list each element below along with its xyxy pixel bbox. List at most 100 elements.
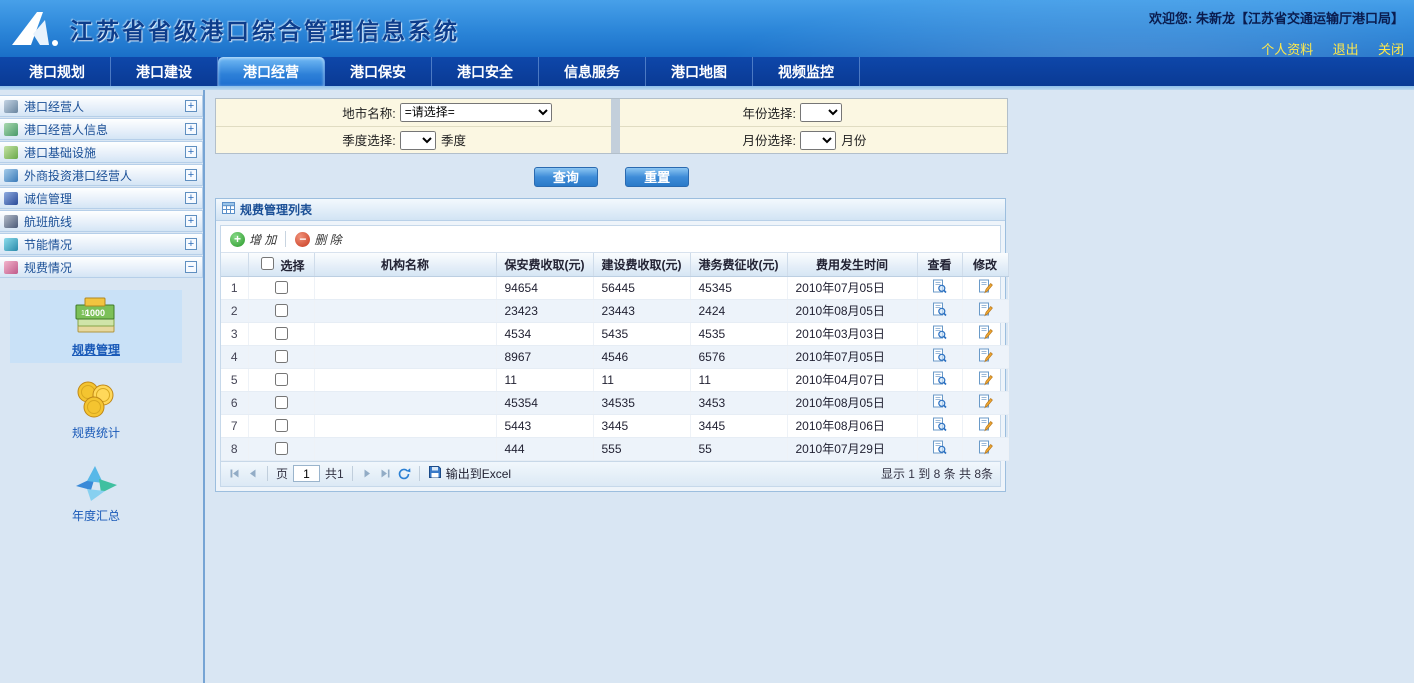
last-page-button[interactable] (379, 467, 392, 480)
nav-tab[interactable]: 港口安全 (432, 57, 539, 86)
profile-link[interactable]: 个人资料 (1261, 42, 1313, 57)
row-checkbox[interactable] (275, 304, 288, 317)
month-select[interactable] (800, 131, 836, 150)
select-all-checkbox[interactable] (261, 257, 274, 270)
quarter-select[interactable] (400, 131, 436, 150)
row-checkbox[interactable] (275, 373, 288, 386)
sidebar-item[interactable]: 港口基础设施 + (0, 141, 203, 163)
edit-button[interactable] (978, 417, 993, 435)
column-header[interactable]: 查看 (917, 253, 962, 276)
nav-tab[interactable]: 港口保安 (325, 57, 432, 86)
sidebar-item[interactable]: 节能情况 + (0, 233, 203, 255)
date-cell: 2010年08月05日 (787, 391, 917, 414)
expand-toggle[interactable]: + (185, 123, 197, 135)
close-link[interactable]: 关闭 (1378, 42, 1404, 57)
sidebar-subpanel: 100010 规费管理 规费统计 年度汇总 (0, 290, 203, 529)
add-button[interactable]: 增 加 (230, 231, 276, 248)
row-checkbox[interactable] (275, 327, 288, 340)
expand-toggle[interactable]: + (185, 238, 197, 250)
view-button[interactable] (932, 417, 947, 435)
date-cell: 2010年04月07日 (787, 368, 917, 391)
panel-body: 增 加 删 除 选择机构名称保安费收取(元)建设费收取(元)港务费征收(元)费用… (220, 225, 1001, 487)
expand-toggle[interactable]: − (185, 261, 197, 273)
column-header[interactable]: 机构名称 (314, 253, 496, 276)
panel-title: 规费管理列表 (240, 201, 312, 218)
sidebar-item[interactable]: 规费情况 − (0, 256, 203, 278)
next-page-button[interactable] (361, 467, 374, 480)
date-cell: 2010年08月05日 (787, 299, 917, 322)
main-nav: 港口规划 港口建设 港口经营 港口保安 港口安全 信息服务 港口地图 视频监控 (0, 57, 1414, 86)
security-fee-cell: 444 (496, 437, 593, 460)
view-button[interactable] (932, 394, 947, 412)
view-button[interactable] (932, 371, 947, 389)
row-checkbox[interactable] (275, 350, 288, 363)
edit-button[interactable] (978, 394, 993, 412)
delete-button[interactable]: 删 除 (295, 231, 341, 248)
sidebar-item[interactable]: 外商投资港口经营人 + (0, 164, 203, 186)
reset-button[interactable]: 重置 (625, 167, 689, 187)
operator-info-icon (4, 123, 18, 136)
nav-tab[interactable]: 港口规划 (4, 57, 111, 86)
expand-toggle[interactable]: + (185, 192, 197, 204)
sidebar-item[interactable]: 航班航线 + (0, 210, 203, 232)
page-input[interactable] (293, 465, 320, 482)
nav-tab-active[interactable]: 港口经营 (218, 57, 325, 86)
first-page-button[interactable] (228, 467, 241, 480)
org-cell (314, 368, 496, 391)
query-button[interactable]: 查询 (534, 167, 598, 187)
date-cell: 2010年07月05日 (787, 276, 917, 299)
city-select[interactable]: =请选择= (400, 103, 552, 122)
column-header[interactable]: 费用发生时间 (787, 253, 917, 276)
edit-button[interactable] (978, 348, 993, 366)
row-checkbox[interactable] (275, 419, 288, 432)
pager-separator (352, 466, 353, 481)
expand-toggle[interactable]: + (185, 169, 197, 181)
export-excel-button[interactable]: 输出到Excel (428, 465, 511, 482)
sidebar-subitem[interactable]: 年度汇总 (10, 456, 182, 529)
port-fee-cell: 3453 (690, 391, 787, 414)
sidebar-item[interactable]: 港口经营人信息 + (0, 118, 203, 140)
view-button[interactable] (932, 348, 947, 366)
expand-toggle[interactable]: + (185, 100, 197, 112)
nav-tab[interactable]: 港口建设 (111, 57, 218, 86)
row-checkbox[interactable] (275, 396, 288, 409)
row-checkbox[interactable] (275, 442, 288, 455)
edit-button[interactable] (978, 302, 993, 320)
sidebar-subitem[interactable]: 规费统计 (10, 373, 182, 446)
sidebar-subitem[interactable]: 100010 规费管理 (10, 290, 182, 363)
expand-toggle[interactable]: + (185, 215, 197, 227)
sidebar-item[interactable]: 港口经营人 + (0, 95, 203, 117)
column-header[interactable]: 建设费收取(元) (593, 253, 690, 276)
edit-button[interactable] (978, 279, 993, 297)
edit-button[interactable] (978, 371, 993, 389)
app-window: 江苏省省级港口综合管理信息系统 欢迎您: 朱新龙【江苏省交通运输厅港口局】 个人… (0, 0, 1414, 683)
column-header[interactable]: 港务费征收(元) (690, 253, 787, 276)
fee-table: 选择机构名称保安费收取(元)建设费收取(元)港务费征收(元)费用发生时间查看修改… (221, 253, 1009, 461)
table-row: 2 23423 23443 2424 2010年08月05日 (221, 299, 1008, 322)
column-header[interactable]: 修改 (962, 253, 1008, 276)
port-fee-cell: 11 (690, 368, 787, 391)
view-button[interactable] (932, 279, 947, 297)
logout-link[interactable]: 退出 (1333, 42, 1359, 57)
table-row: 3 4534 5435 4535 2010年03月03日 (221, 322, 1008, 345)
panel-header: 规费管理列表 (216, 199, 1005, 221)
table-row: 8 444 555 55 2010年07月29日 (221, 437, 1008, 460)
view-button[interactable] (932, 302, 947, 320)
edit-button[interactable] (978, 440, 993, 458)
header-links: 个人资料 退出 关闭 (1149, 39, 1404, 58)
nav-tab[interactable]: 信息服务 (539, 57, 646, 86)
edit-button[interactable] (978, 325, 993, 343)
nav-tab[interactable]: 视频监控 (753, 57, 860, 86)
prev-page-button[interactable] (246, 467, 259, 480)
expand-toggle[interactable]: + (185, 146, 197, 158)
refresh-button[interactable] (397, 467, 411, 481)
row-checkbox[interactable] (275, 281, 288, 294)
view-button[interactable] (932, 325, 947, 343)
view-button[interactable] (932, 440, 947, 458)
nav-tab[interactable]: 港口地图 (646, 57, 753, 86)
column-header[interactable]: 保安费收取(元) (496, 253, 593, 276)
year-select[interactable] (800, 103, 842, 122)
org-cell (314, 299, 496, 322)
content-area: 港口经营人 + 港口经营人信息 + 港口基础设施 + 外商投资港口经营人 + 诚… (0, 90, 1414, 683)
sidebar-item[interactable]: 诚信管理 + (0, 187, 203, 209)
